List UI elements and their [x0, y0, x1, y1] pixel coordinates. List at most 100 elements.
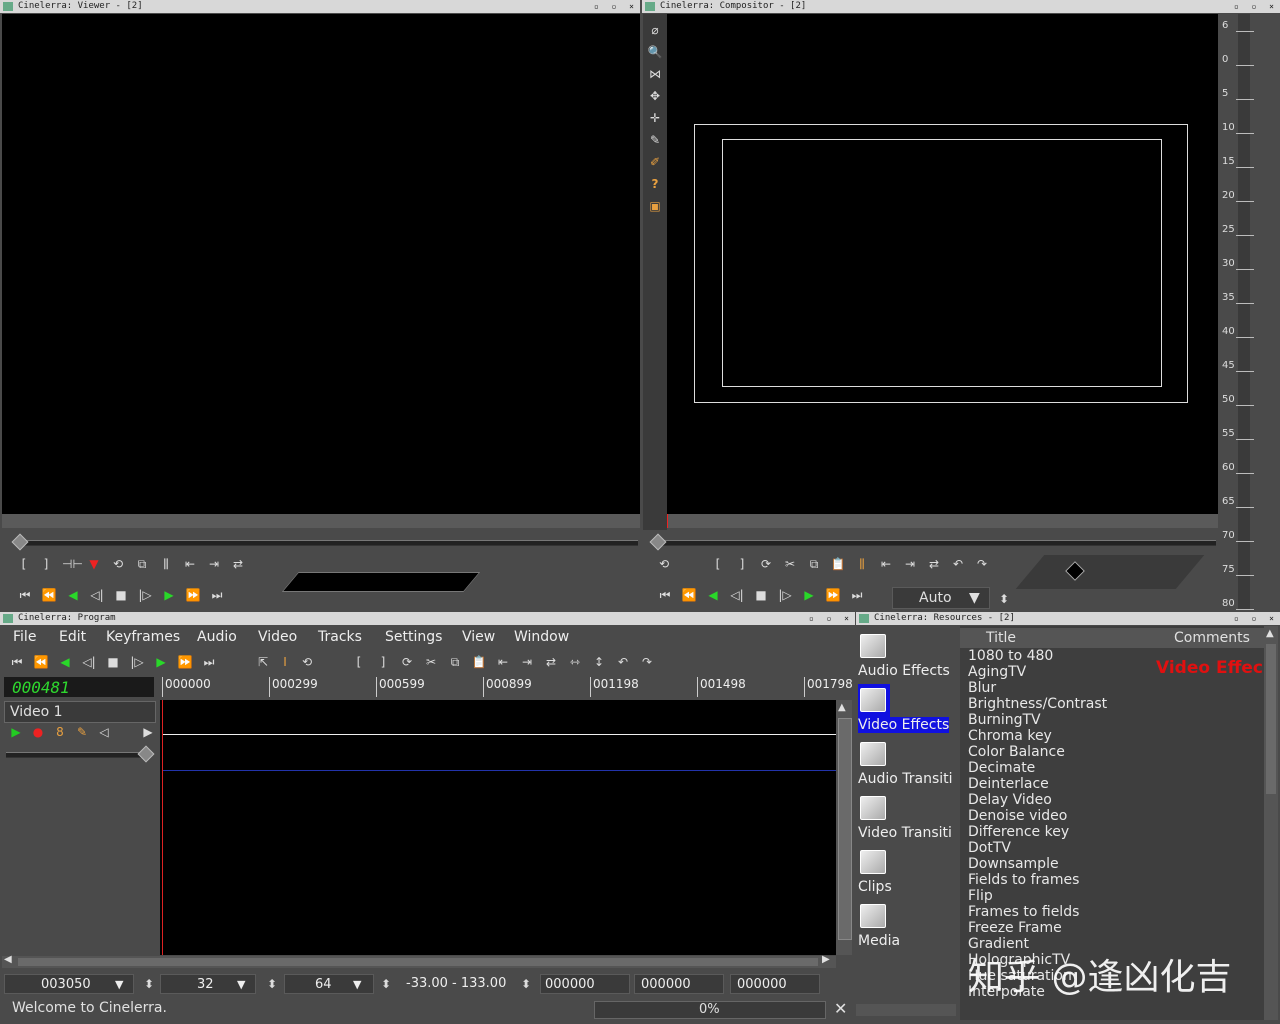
resources-titlebar[interactable]: Cinelerra: Resources - [2] ▫ ▫ ×	[856, 612, 1280, 625]
camera-icon[interactable]: ✥	[647, 88, 663, 104]
fit-time-icon[interactable]: ⇿	[566, 654, 584, 670]
chevron-down-icon[interactable]: ▼	[353, 975, 361, 995]
folder-icon[interactable]	[858, 846, 888, 876]
fast-forward-icon[interactable]: ⏩	[824, 587, 842, 603]
zoom-sample-stepper-icon[interactable]: ⬍	[264, 976, 280, 992]
position-field[interactable]: 003050 ▼	[4, 974, 134, 994]
compositor-titlebar[interactable]: Cinelerra: Compositor - [2] ▫ ▫ ×	[642, 0, 1280, 13]
undo-icon[interactable]: ↶	[950, 556, 966, 572]
column-title[interactable]: Title	[986, 630, 1016, 646]
arrow-tool-icon[interactable]: ⇱	[254, 654, 272, 670]
scroll-thumb[interactable]	[1266, 644, 1276, 794]
fast-forward-icon[interactable]: ⏩	[184, 587, 202, 603]
label-icon[interactable]: ⫼	[854, 556, 870, 572]
ibeam-tool-icon[interactable]: I	[276, 654, 294, 670]
label-jump-icon[interactable]: ⟲	[656, 556, 672, 572]
next-label-icon[interactable]: ⇥	[206, 556, 222, 572]
cut-icon[interactable]: ✂	[782, 556, 798, 572]
splice-icon[interactable]: ⊣⊢	[62, 556, 83, 572]
track-title[interactable]: Video 1	[4, 701, 156, 723]
window-controls[interactable]: ▫ ▫ ×	[594, 0, 638, 13]
fit-height-icon[interactable]: ↕	[590, 654, 608, 670]
stop-icon[interactable]: ■	[104, 654, 122, 670]
eyedropper-icon[interactable]: ✐	[647, 154, 663, 170]
in-point-icon[interactable]: [	[350, 654, 368, 670]
next-label-icon[interactable]: ⇥	[518, 654, 536, 670]
frame-forward-icon[interactable]: |▷	[136, 587, 154, 603]
frame-back-icon[interactable]: ◁|	[88, 587, 106, 603]
folder-media[interactable]: Media	[858, 933, 900, 949]
zoom-stepper-icon[interactable]: ⬍	[996, 591, 1012, 607]
draw-icon[interactable]: ✎	[74, 724, 90, 740]
viewer-titlebar[interactable]: Cinelerra: Viewer - [2] ▫ ▫ ×	[0, 0, 640, 13]
crop-icon[interactable]: ✎	[647, 132, 663, 148]
in-point-icon[interactable]: [	[710, 556, 726, 572]
end-icon[interactable]: ⏭	[208, 587, 226, 603]
timeline-vscrollbar[interactable]: ▲	[836, 700, 852, 955]
end-icon[interactable]: ⏭	[200, 654, 218, 670]
effect-item[interactable]: Flip	[968, 888, 993, 904]
copy-icon[interactable]: ⧉	[134, 556, 150, 572]
overwrite-icon[interactable]: ▼	[86, 556, 102, 572]
effect-item[interactable]: Brightness/Contrast	[968, 696, 1107, 712]
frame-back-icon[interactable]: ◁|	[80, 654, 98, 670]
paste-icon[interactable]: 📋	[470, 654, 488, 670]
viewer-slider-knob[interactable]	[11, 533, 29, 551]
scroll-thumb[interactable]	[838, 718, 852, 940]
menu-video[interactable]: Video	[258, 629, 297, 645]
chevron-down-icon[interactable]: ▼	[115, 975, 123, 995]
fader-knob[interactable]	[137, 745, 155, 763]
effect-item[interactable]: Frames to fields	[968, 904, 1079, 920]
fast-forward-icon[interactable]: ⏩	[176, 654, 194, 670]
effect-item[interactable]: Fields to frames	[968, 872, 1079, 888]
protect-icon[interactable]: ⌀	[647, 22, 663, 38]
position-stepper-icon[interactable]: ⬍	[141, 976, 157, 992]
label-icon[interactable]: ⫼	[158, 556, 174, 572]
out-point-icon[interactable]: ]	[374, 654, 392, 670]
effect-item[interactable]: Downsample	[968, 856, 1059, 872]
frame-forward-icon[interactable]: |▷	[776, 587, 794, 603]
loop-icon[interactable]: ⟳	[398, 654, 416, 670]
compositor-position-slider[interactable]	[656, 540, 1216, 546]
menu-settings[interactable]: Settings	[385, 629, 442, 645]
copy-icon[interactable]: ⧉	[446, 654, 464, 670]
program-titlebar[interactable]: Cinelerra: Program ▫ ▫ ×	[0, 612, 855, 625]
folder-clips[interactable]: Clips	[858, 879, 892, 895]
frame-back-icon[interactable]: ◁|	[728, 587, 746, 603]
menu-audio[interactable]: Audio	[197, 629, 237, 645]
menu-keyframes[interactable]: Keyframes	[106, 629, 180, 645]
folder-audio-transitions[interactable]: Audio Transiti	[858, 771, 953, 787]
column-comments[interactable]: Comments	[1174, 630, 1250, 646]
rewind-start-icon[interactable]: ⏮	[16, 587, 34, 603]
mute-icon[interactable]: ◁	[96, 724, 112, 740]
end-icon[interactable]: ⏭	[848, 587, 866, 603]
folder-video-effects[interactable]: Video Effects	[858, 717, 950, 733]
folder-icon[interactable]	[858, 684, 888, 714]
effect-item[interactable]: Freeze Frame	[968, 920, 1062, 936]
folder-icon[interactable]	[858, 900, 888, 930]
prev-label-icon[interactable]: ⇤	[878, 556, 894, 572]
zoom-sample-field[interactable]: 32 ▼	[160, 974, 256, 994]
label-jump-icon[interactable]: ⟲	[298, 654, 316, 670]
effect-item[interactable]: Denoise video	[968, 808, 1067, 824]
scroll-up-icon[interactable]: ▲	[1266, 628, 1274, 639]
in-point-icon[interactable]: [	[16, 556, 32, 572]
in-point-field[interactable]: 000000	[540, 974, 630, 994]
goto-icon[interactable]: ⇄	[230, 556, 246, 572]
folder-audio-effects[interactable]: Audio Effects	[858, 663, 950, 679]
out-point-field[interactable]: 000000	[730, 974, 820, 994]
folder-icon[interactable]	[858, 738, 888, 768]
zoom-icon[interactable]: 🔍	[647, 44, 663, 60]
undo-icon[interactable]: ↶	[614, 654, 632, 670]
scroll-right-icon[interactable]: ▶	[822, 954, 830, 965]
window-controls[interactable]: ▫ ▫ ×	[809, 612, 853, 625]
rewind-start-icon[interactable]: ⏮	[656, 587, 674, 603]
effect-item[interactable]: Color Balance	[968, 744, 1065, 760]
window-controls[interactable]: ▫ ▫ ×	[1234, 612, 1278, 625]
hscroll-thumb[interactable]	[18, 958, 818, 966]
compositor-slider-knob[interactable]	[649, 533, 667, 551]
effect-item[interactable]: 1080 to 480	[968, 648, 1053, 664]
loop-icon[interactable]: ⟳	[758, 556, 774, 572]
cut-icon[interactable]: ✂	[422, 654, 440, 670]
effect-item[interactable]: Blur	[968, 680, 996, 696]
